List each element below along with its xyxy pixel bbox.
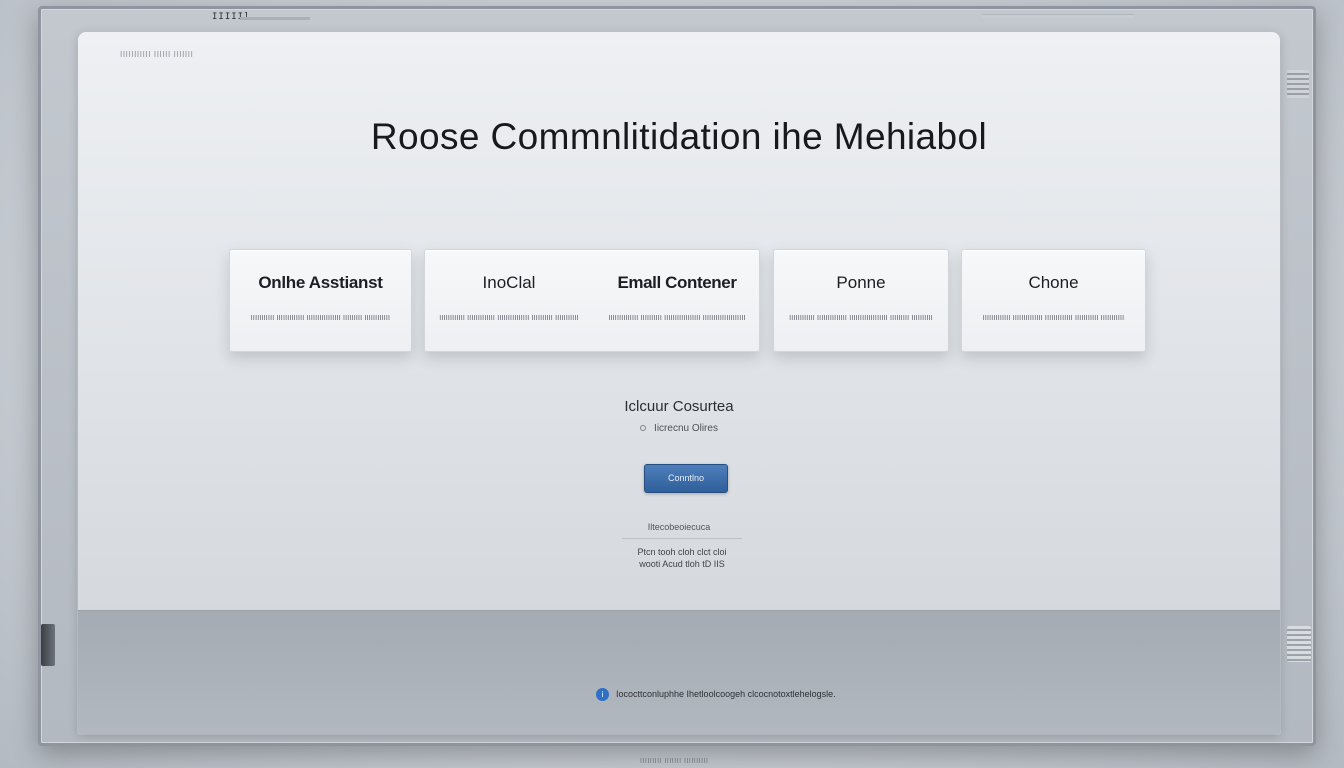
option-card-social[interactable]: InoClal IIIIIIIIIIII IIIIIIIIIIIII IIIII… bbox=[425, 250, 593, 351]
note-line: wooti Acud tloh tD IIS bbox=[639, 559, 725, 569]
card-description: IIIIIIIIIIII IIIIIIIIIIIII IIIIIIIIIIIII… bbox=[439, 315, 579, 322]
monitor-top-bar bbox=[240, 17, 310, 20]
card-description: IIIIIIIIIIII IIIIIIIIIIIIII IIIIIIIIIIII… bbox=[789, 315, 933, 322]
radio-icon[interactable] bbox=[640, 425, 647, 432]
window-label: IIIIIIIIIII IIIIII IIIIIII bbox=[120, 50, 194, 59]
option-card-chat[interactable]: Chone IIIIIIIIIIIII IIIIIIIIIIIIII IIIII… bbox=[961, 249, 1146, 352]
helper-subtitle[interactable]: Iicrecnu Olires bbox=[78, 423, 1280, 434]
info-icon: i bbox=[596, 688, 609, 701]
main-window: IIIIIIIIIII IIIIII IIIIIII Roose Commnli… bbox=[78, 32, 1280, 734]
card-title: Chone bbox=[1028, 273, 1079, 292]
bottom-caption: IIIIIIIII IIIIIII IIIIIIIIII bbox=[640, 758, 709, 765]
monitor-top-right-bar bbox=[982, 14, 1134, 18]
card-title: Emall Contener bbox=[617, 273, 737, 292]
helper-title: Iclcuur Cosurtea bbox=[624, 398, 734, 415]
note-heading: Iltecobeoiecuca bbox=[647, 522, 711, 532]
card-title: InoClal bbox=[482, 273, 536, 292]
card-title: Onlhe Asstianst bbox=[258, 273, 383, 292]
option-card-phone[interactable]: Ponne IIIIIIIIIIII IIIIIIIIIIIIII IIIIII… bbox=[773, 249, 949, 352]
side-vent-bottom bbox=[1287, 626, 1311, 662]
page-title: Roose Commnlitidation ihe Mehiabol bbox=[370, 116, 988, 157]
card-description: IIIIIIIIIII IIIIIIIIIIIII IIIIIIIIIIIIII… bbox=[250, 315, 391, 322]
footer-text: Iococttconluphhe Ihetloolcoogeh clcocnot… bbox=[616, 689, 836, 699]
side-tab-left bbox=[41, 624, 55, 666]
note-body: Ptcn tooh cloh clct cloi wooti Acud tloh… bbox=[614, 546, 750, 570]
helper-subtitle-text: Iicrecnu Olires bbox=[654, 423, 718, 434]
card-description: IIIIIIIIIIIII IIIIIIIIIIIIII IIIIIIIIIII… bbox=[982, 315, 1125, 322]
side-vent-top bbox=[1287, 70, 1309, 98]
card-title: Ponne bbox=[836, 273, 886, 292]
option-card-group: InoClal IIIIIIIIIIII IIIIIIIIIIIII IIIII… bbox=[424, 249, 760, 352]
note-divider bbox=[622, 538, 742, 539]
card-description: IIIIIIIIIIIIII IIIIIIIIII IIIIIIIIIIIIII… bbox=[608, 315, 746, 322]
option-card-online-assistant[interactable]: Onlhe Asstianst IIIIIIIIIII IIIIIIIIIIII… bbox=[229, 249, 412, 352]
option-card-email[interactable]: Emall Contener IIIIIIIIIIIIII IIIIIIIIII… bbox=[593, 250, 761, 351]
continue-button[interactable]: Conntlno bbox=[644, 464, 728, 493]
note-line: Ptcn tooh cloh clct cloi bbox=[637, 547, 727, 557]
footer-band: i Iococttconluphhe Ihetloolcoogeh clcocn… bbox=[78, 610, 1280, 734]
